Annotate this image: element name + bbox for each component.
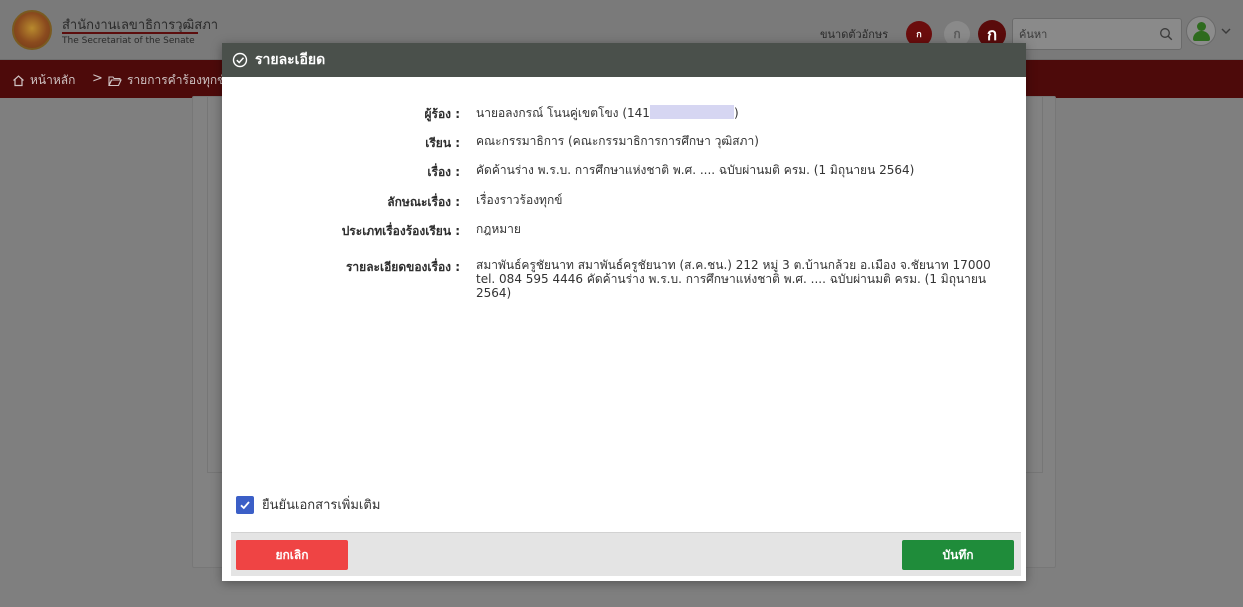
complaint-type-label: ประเภทเรื่องร้องเรียน : <box>341 224 460 238</box>
user-avatar[interactable] <box>1186 16 1216 46</box>
nature-value: เรื่องราวร้องทุกข์ <box>476 193 563 207</box>
recipient-label: เรียน : <box>425 136 460 150</box>
confirm-label: ยืนยันเอกสารเพิ่มเติม <box>262 498 381 513</box>
chevron-down-icon[interactable] <box>1220 25 1232 37</box>
confirm-checkbox[interactable] <box>236 495 254 514</box>
complaint-type-value: กฎหมาย <box>476 222 521 236</box>
brand-divider <box>62 32 198 34</box>
confirm-additional-docs[interactable]: ยืนยันเอกสารเพิ่มเติม <box>236 494 380 515</box>
search-icon[interactable] <box>1159 27 1173 41</box>
save-button[interactable]: บันทึก <box>902 540 1014 570</box>
search-input[interactable] <box>1019 25 1149 43</box>
breadcrumb-list[interactable]: รายการคำร้องทุกข์ <box>108 71 225 90</box>
modal-header: รายละเอียด <box>222 43 1026 77</box>
font-size-label: ขนาดตัวอักษร <box>820 28 889 41</box>
org-name-en: The Secretariat of the Senate <box>62 36 195 46</box>
modal-footer: ยกเลิก บันทึก <box>231 532 1021 576</box>
check-icon <box>240 500 250 509</box>
nature-label: ลักษณะเรื่อง : <box>387 195 460 209</box>
avatar-body <box>1193 31 1210 41</box>
subject-value: คัดค้านร่าง พ.ร.บ. การศึกษาแห่งชาติ พ.ศ.… <box>476 163 915 177</box>
breadcrumb-home-label: หน้าหลัก <box>30 73 76 87</box>
modal-title: รายละเอียด <box>255 52 326 68</box>
description-label: รายละเอียดของเรื่อง : <box>345 260 460 274</box>
folder-open-icon <box>108 75 122 86</box>
petitioner-value: นายอลงกรณ์ โนนคู่เขตโขง (141) <box>476 105 996 120</box>
petitioner-name: นายอลงกรณ์ โนนคู่เขตโขง (141 <box>476 106 650 120</box>
breadcrumb-separator: > <box>92 71 103 86</box>
petitioner-value-suffix: ) <box>733 106 739 120</box>
avatar-head <box>1197 22 1206 31</box>
check-circle-icon <box>232 52 248 68</box>
home-icon <box>13 75 24 87</box>
search-box[interactable] <box>1012 18 1182 50</box>
recipient-value: คณะกรรมาธิการ (คณะกรรมาธิการการศึกษา วุฒ… <box>476 134 759 148</box>
breadcrumb-home[interactable]: หน้าหลัก <box>12 71 75 90</box>
petitioner-label: ผู้ร้อง : <box>424 107 460 121</box>
details-modal: รายละเอียด ผู้ร้อง : นายอลงกรณ์ โนนคู่เข… <box>222 43 1026 581</box>
senate-logo[interactable] <box>12 10 52 50</box>
description-value: สมาพันธ์ครูชัยนาท สมาพันธ์ครูชัยนาท (ส.ค… <box>476 258 991 300</box>
redacted-id <box>649 105 734 119</box>
breadcrumb-list-label: รายการคำร้องทุกข์ <box>127 73 226 87</box>
subject-label: เรื่อง : <box>427 165 460 179</box>
cancel-button[interactable]: ยกเลิก <box>236 540 348 570</box>
